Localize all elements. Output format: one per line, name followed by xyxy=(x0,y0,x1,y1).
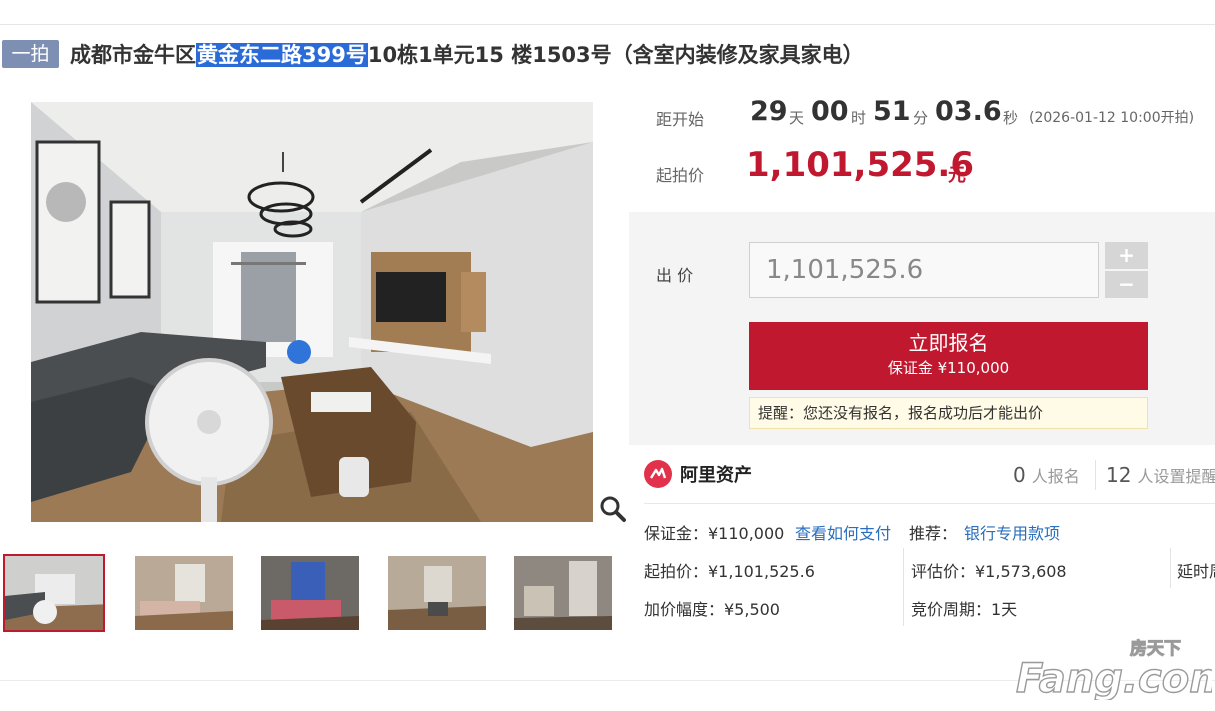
start-price-info: 起拍价：¥1,101,525.6 xyxy=(644,562,815,581)
watermark-main-text: Fang.com xyxy=(1016,656,1212,700)
deposit-info: 保证金：¥110,000 xyxy=(644,524,785,543)
signup-deposit: 保证金 ¥110,000 xyxy=(887,359,1010,377)
page-title: 成都市金牛区黄金东二路399号10栋1单元15 楼1503号（含室内装修及家具家… xyxy=(70,38,864,72)
countdown-minutes: 51 xyxy=(873,96,911,127)
delay-period-info: 延时周 xyxy=(1177,562,1215,581)
count-divider xyxy=(1095,460,1096,490)
zoom-icon[interactable] xyxy=(598,494,628,524)
title-prefix: 成都市金牛区 xyxy=(70,43,196,67)
title-suffix: 10栋1单元15 楼1503号（含室内装修及家具家电） xyxy=(367,43,864,67)
bid-label: 出 价 xyxy=(656,266,694,285)
how-to-pay-link[interactable]: 查看如何支付 xyxy=(795,520,891,544)
reminder-count-number: 12 xyxy=(1106,463,1132,487)
thumbnail-5[interactable] xyxy=(514,556,612,630)
ali-assets-logo-icon xyxy=(644,460,672,488)
signup-count-number: 0 xyxy=(1013,463,1026,487)
countdown-label: 距开始 xyxy=(656,110,705,129)
minutes-unit: 分 xyxy=(913,109,929,127)
hours-unit: 时 xyxy=(851,109,867,127)
thumbnail-2[interactable] xyxy=(135,556,233,630)
signup-count: 0 人报名 xyxy=(1013,463,1080,487)
fang-watermark-logo: 房天下 Fang.com xyxy=(1012,634,1215,703)
countdown-hours: 00 xyxy=(811,96,849,127)
info-column-divider-1 xyxy=(903,548,904,626)
bidding-period-info: 竞价周期：1天 xyxy=(911,600,1018,619)
thumbnail-1[interactable] xyxy=(3,554,105,632)
info-column-divider-2 xyxy=(1170,548,1171,588)
increment-info: 加价幅度：¥5,500 xyxy=(644,600,780,619)
signup-notice: 提醒：您还没有报名，报名成功后才能出价 xyxy=(749,397,1148,429)
auction-round-badge: 一拍 xyxy=(2,40,59,68)
countdown-days: 29 xyxy=(750,96,788,127)
thumbnail-3[interactable] xyxy=(261,556,359,630)
platform-brand[interactable]: 阿里资产 xyxy=(644,459,752,489)
top-divider xyxy=(0,24,1215,25)
days-unit: 天 xyxy=(789,109,805,127)
signup-button[interactable]: 立即报名 保证金 ¥110,000 xyxy=(749,322,1148,390)
start-price-label: 起拍价 xyxy=(656,166,705,185)
increase-bid-button[interactable]: + xyxy=(1105,242,1148,269)
start-time-note: (2026-01-12 10:00开拍) xyxy=(1029,110,1195,126)
countdown-seconds: 03.6 xyxy=(935,96,1002,127)
bid-amount-input[interactable] xyxy=(749,242,1099,298)
thumbnail-4[interactable] xyxy=(388,556,486,630)
reminder-count-label: 人设置提醒 xyxy=(1137,467,1215,486)
info-divider xyxy=(644,503,1215,504)
decrease-bid-button[interactable]: − xyxy=(1105,271,1148,298)
signup-count-label: 人报名 xyxy=(1031,467,1080,486)
title-selected-text[interactable]: 黄金东二路399号 xyxy=(196,43,368,67)
signup-label: 立即报名 xyxy=(908,331,989,355)
platform-name: 阿里资产 xyxy=(680,465,752,486)
seconds-unit: 秒 xyxy=(1003,109,1019,127)
bank-account-link[interactable]: 银行专用款项 xyxy=(964,520,1060,544)
evaluation-price-info: 评估价：¥1,573,608 xyxy=(911,562,1067,581)
recommend-label: 推荐： xyxy=(909,524,958,543)
start-price-unit: 元 xyxy=(948,165,966,186)
start-price-value: 1,101,525.6 xyxy=(746,145,975,185)
main-property-photo[interactable] xyxy=(31,102,593,522)
reminder-count: 12 人设置提醒 xyxy=(1106,463,1215,487)
